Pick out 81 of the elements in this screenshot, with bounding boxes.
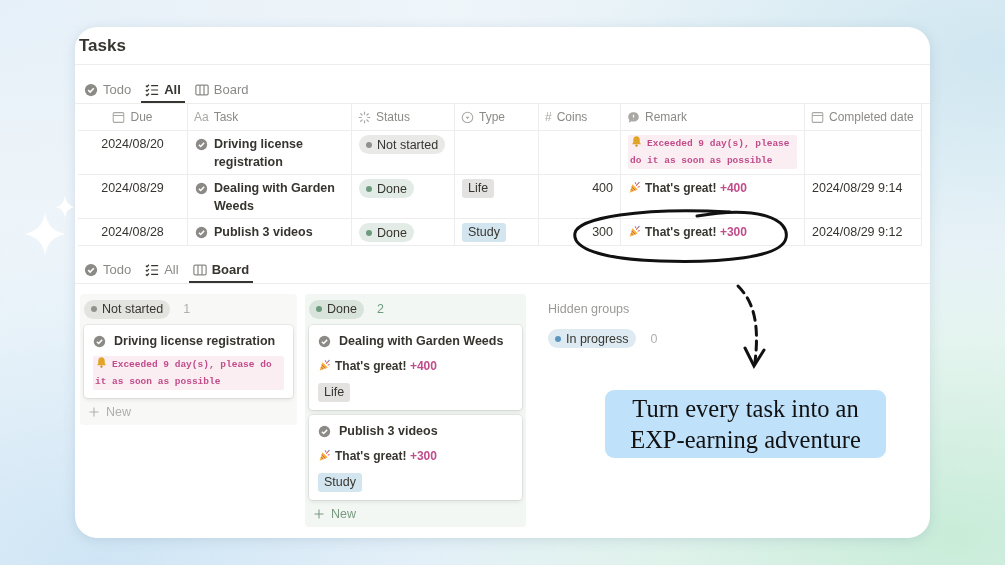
type-tag: Study xyxy=(462,223,506,242)
table-cell: 2024/08/20 xyxy=(78,131,188,175)
view-tab[interactable]: All xyxy=(141,78,185,103)
sparkle-drawing xyxy=(25,196,74,256)
table-cell: 2024/08/29 9:12 xyxy=(805,219,922,246)
task-card[interactable]: Driving license registration Exceeded 9 day(s), please do it as soon as possible xyxy=(84,325,293,398)
new-button[interactable]: New xyxy=(84,403,293,421)
warning-text: Exceeded 9 day(s), please do it as soon as possible xyxy=(93,356,284,390)
group-count: 2 xyxy=(376,302,384,316)
party-popper-icon xyxy=(628,225,641,238)
group-pill: Not started xyxy=(84,299,171,319)
page-title: Tasks xyxy=(78,35,127,57)
status-pill: Done xyxy=(359,179,414,198)
party-popper-icon xyxy=(318,449,331,462)
column-label: Completed date xyxy=(829,110,914,124)
type-tag: Study xyxy=(318,473,362,492)
group-count: 1 xyxy=(183,302,191,316)
type-tag: Life xyxy=(462,179,495,198)
check-circle-icon xyxy=(318,334,331,348)
reward-text: That's great! +400 xyxy=(335,359,437,373)
text-icon: Aa xyxy=(194,110,209,124)
type-tag: Life xyxy=(318,383,351,402)
task-title: Publish 3 videos xyxy=(339,424,438,438)
status-icon xyxy=(358,110,371,124)
view-tab[interactable]: Todo xyxy=(80,258,136,283)
bell-icon xyxy=(95,356,108,369)
column-label: Type xyxy=(479,110,505,124)
status-pill: Done xyxy=(359,223,414,242)
view-tab[interactable]: Board xyxy=(190,78,253,103)
table-cell: 300 xyxy=(539,219,621,246)
check-circle-icon xyxy=(195,182,208,195)
status-pill: Not started xyxy=(359,135,446,154)
task-title: Dealing with Garden Weeds xyxy=(214,180,336,215)
board-icon xyxy=(192,262,207,277)
table-cell: 2024/08/29 9:14 xyxy=(805,175,922,219)
check-circle-icon xyxy=(195,138,208,151)
hidden-groups-label: Hidden groups xyxy=(548,302,631,316)
comment-icon xyxy=(627,110,640,124)
plus-icon xyxy=(313,508,325,520)
dropdown-icon xyxy=(461,110,474,124)
group-count: 0 xyxy=(650,331,658,346)
reward-text: That's great! +300 xyxy=(335,449,437,463)
calendar-icon xyxy=(811,110,824,124)
view-tab[interactable]: Board xyxy=(188,258,254,283)
column-label: Task xyxy=(213,110,239,124)
task-card[interactable]: Dealing with Garden Weeds That's great! +400 Life xyxy=(309,325,522,410)
callout-text: Turn every task into an EXP-earning adventure xyxy=(605,390,886,458)
view-tab[interactable]: Todo xyxy=(80,78,136,103)
task-card[interactable]: Publish 3 videos That's great! +300 Study xyxy=(309,415,522,500)
task-title: Driving license registration xyxy=(214,136,304,171)
column-label: Status xyxy=(376,110,411,124)
text-icon: # xyxy=(545,110,552,124)
checklist-icon xyxy=(145,262,160,277)
table-cell: 2024/08/28 xyxy=(78,219,188,246)
reward-text: That's great! +300 xyxy=(645,225,747,239)
column-label: Due xyxy=(130,110,153,124)
party-popper-icon xyxy=(628,181,641,194)
check-circle-icon xyxy=(84,82,98,97)
task-title: Publish 3 videos xyxy=(214,224,313,241)
table-cell: 2024/08/29 xyxy=(78,175,188,219)
checklist-icon xyxy=(145,82,160,97)
reward-text: That's great! +400 xyxy=(645,181,747,195)
check-circle-icon xyxy=(195,226,208,239)
column-label: Remark xyxy=(645,110,687,124)
task-title: Driving license registration xyxy=(114,334,276,348)
check-circle-icon xyxy=(318,424,331,438)
warning-text: Exceeded 9 day(s), please do it as soon as possible xyxy=(628,135,797,169)
plus-icon xyxy=(88,406,100,418)
board-icon xyxy=(194,82,209,97)
group-pill: Done xyxy=(309,299,364,319)
new-button[interactable]: New xyxy=(309,505,522,523)
party-popper-icon xyxy=(318,359,331,372)
group-pill: In progress xyxy=(548,329,636,348)
table-cell: 400 xyxy=(539,175,621,219)
calendar-icon xyxy=(112,110,126,124)
task-title: Dealing with Garden Weeds xyxy=(339,334,504,348)
check-circle-icon xyxy=(93,334,106,348)
column-label: Coins xyxy=(556,110,588,124)
bell-icon xyxy=(630,135,643,148)
view-tab[interactable]: All xyxy=(141,258,183,283)
check-circle-icon xyxy=(84,262,98,277)
